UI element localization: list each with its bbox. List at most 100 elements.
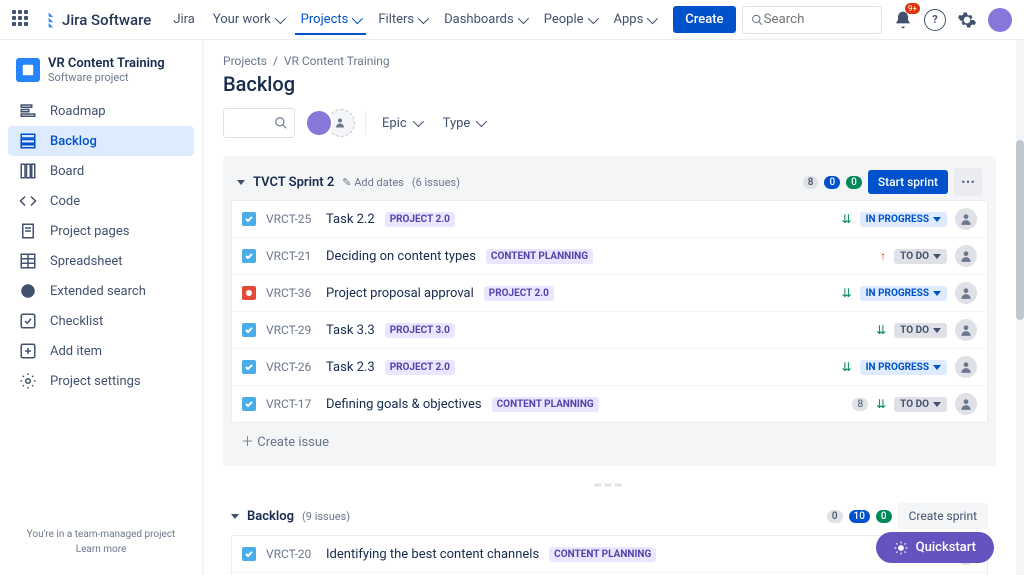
breadcrumb-projects[interactable]: Projects (223, 54, 267, 68)
status-lozenge[interactable]: TO DO (894, 397, 947, 412)
status-lozenge[interactable]: IN PROGRESS (860, 286, 947, 301)
assignee-avatar[interactable] (305, 109, 333, 137)
check-icon (18, 312, 38, 330)
search-icon (18, 282, 38, 300)
issue-summary: Identifying the best content channels (326, 547, 539, 562)
sidebar-item-code[interactable]: Code (8, 186, 194, 216)
done-pill: 0 (846, 176, 862, 189)
breadcrumb-project[interactable]: VR Content Training (284, 54, 390, 68)
nav-jira[interactable]: Jira (167, 6, 201, 33)
sidebar-item-board[interactable]: Board (8, 156, 194, 186)
settings-icon[interactable] (956, 9, 978, 31)
type-filter[interactable]: Type (437, 112, 491, 135)
task-icon (242, 323, 256, 337)
assignee-avatar[interactable] (955, 245, 977, 267)
task-icon (242, 547, 256, 561)
scrollbar[interactable] (1016, 140, 1024, 320)
pages-icon (18, 222, 38, 240)
issue-row[interactable]: VRCT-36Project proposal approvalPROJECT … (232, 274, 987, 311)
top-nav: Jira Software JiraYour workProjectsFilte… (0, 0, 1024, 40)
global-search[interactable] (742, 6, 882, 34)
sidebar-item-checklist[interactable]: Checklist (8, 306, 194, 336)
issue-key: VRCT-26 (266, 360, 316, 374)
nav-your-work[interactable]: Your work (207, 6, 289, 33)
issue-key: VRCT-20 (266, 547, 316, 561)
status-lozenge[interactable]: TO DO (894, 249, 947, 264)
todo-pill: 8 (803, 176, 819, 189)
backlog-count: (9 issues) (302, 510, 350, 523)
sidebar-item-spreadsheet[interactable]: Spreadsheet (8, 246, 194, 276)
nav-projects[interactable]: Projects (295, 6, 367, 33)
status-lozenge[interactable]: TO DO (894, 323, 947, 338)
task-icon (242, 212, 256, 226)
epic-label[interactable]: CONTENT PLANNING (492, 397, 599, 412)
backlog-title[interactable]: Backlog (247, 509, 294, 524)
priority-icon: ⇊ (842, 286, 852, 300)
issue-summary: Project proposal approval (326, 286, 474, 301)
user-avatar[interactable] (988, 8, 1012, 32)
start-sprint-button[interactable]: Start sprint (868, 170, 948, 194)
epic-label[interactable]: PROJECT 2.0 (484, 286, 554, 301)
backlog-done-pill: 0 (876, 510, 892, 523)
issue-row[interactable]: VRCT-25Task 2.2PROJECT 2.0⇊IN PROGRESS (232, 201, 987, 237)
issue-key: VRCT-29 (266, 323, 316, 337)
create-sprint-button[interactable]: Create sprint (898, 503, 988, 529)
priority-icon: ⇊ (842, 360, 852, 374)
collapse-backlog-icon[interactable] (231, 514, 239, 519)
sidebar: VR Content Training Software project Roa… (0, 40, 202, 575)
issue-row[interactable]: VRCT-29Task 3.3PROJECT 3.0⇊TO DO (232, 311, 987, 348)
create-issue-button[interactable]: ＋ Create issue (231, 423, 988, 458)
assignee-avatar[interactable] (955, 208, 977, 230)
nav-filters[interactable]: Filters (372, 6, 432, 33)
status-lozenge[interactable]: IN PROGRESS (860, 212, 947, 227)
sidebar-item-project-settings[interactable]: Project settings (8, 366, 194, 396)
issue-key: VRCT-17 (266, 397, 316, 411)
issue-row[interactable]: VRCT-17Defining goals & objectivesCONTEN… (232, 385, 987, 422)
epic-label[interactable]: PROJECT 3.0 (385, 323, 455, 338)
nav-apps[interactable]: Apps (608, 6, 662, 33)
search-input[interactable] (764, 12, 873, 27)
sidebar-item-roadmap[interactable]: Roadmap (8, 96, 194, 126)
epic-filter[interactable]: Epic (376, 112, 427, 135)
sidebar-item-add-item[interactable]: Add item (8, 336, 194, 366)
collapse-icon[interactable] (237, 180, 245, 185)
epic-label[interactable]: CONTENT PLANNING (486, 249, 593, 264)
priority-icon: ↑ (880, 249, 886, 263)
assignee-avatar[interactable] (955, 356, 977, 378)
help-icon[interactable]: ? (924, 9, 946, 31)
sidebar-item-project-pages[interactable]: Project pages (8, 216, 194, 246)
sidebar-item-extended-search[interactable]: Extended search (8, 276, 194, 306)
issue-key: VRCT-25 (266, 212, 316, 226)
epic-label[interactable]: CONTENT PLANNING (549, 547, 656, 562)
product-logo[interactable]: Jira Software (40, 11, 151, 29)
sprint-title[interactable]: TVCT Sprint 2 (253, 175, 334, 190)
epic-label[interactable]: PROJECT 2.0 (385, 212, 455, 227)
priority-icon: ⇊ (876, 323, 886, 337)
assignee-avatar[interactable] (955, 393, 977, 415)
assignee-avatar[interactable] (955, 319, 977, 341)
issue-summary: Deciding on content types (326, 249, 476, 264)
backlog-search[interactable] (223, 108, 295, 138)
assignee-avatar[interactable] (955, 282, 977, 304)
sprint-more-icon[interactable]: ⋯ (954, 168, 982, 196)
settings-icon (18, 372, 38, 390)
status-lozenge[interactable]: IN PROGRESS (860, 360, 947, 375)
issue-row[interactable]: VRCT-26Task 2.3PROJECT 2.0⇊IN PROGRESS (232, 348, 987, 385)
nav-dashboards[interactable]: Dashboards (438, 6, 532, 33)
issue-row[interactable]: VRCT-21Deciding on content typesCONTENT … (232, 237, 987, 274)
priority-icon: ⇊ (876, 397, 886, 411)
add-dates-button[interactable]: ✎ Add dates (342, 176, 404, 189)
footer-note: You're in a team-managed project (20, 529, 182, 540)
breadcrumb: Projects / VR Content Training (223, 54, 996, 68)
app-switcher-icon[interactable] (12, 10, 32, 30)
code-icon (18, 192, 38, 210)
drag-handle-icon[interactable]: ═══ (223, 478, 996, 493)
learn-more-link[interactable]: Learn more (20, 544, 182, 555)
notifications-icon[interactable]: 9+ (892, 9, 914, 31)
issue-row[interactable]: VRCT-20 Identifying the best content chan… (232, 536, 987, 572)
nav-people[interactable]: People (538, 6, 602, 33)
create-button[interactable]: Create (673, 6, 735, 33)
sidebar-item-backlog[interactable]: Backlog (8, 126, 194, 156)
quickstart-button[interactable]: Quickstart (876, 532, 994, 563)
epic-label[interactable]: PROJECT 2.0 (385, 360, 455, 375)
